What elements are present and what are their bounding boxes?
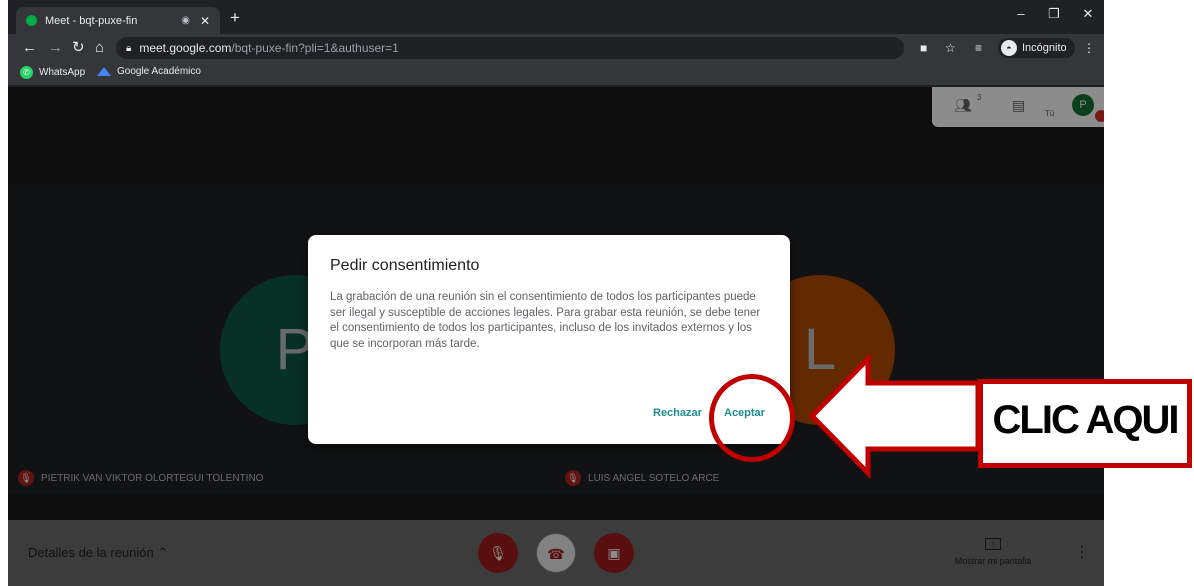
dialog-body: La grabación de una reunión sin el conse… <box>330 291 761 350</box>
whatsapp-icon: ✆ <box>20 66 33 79</box>
lock-icon: 🔒︎ <box>126 42 132 54</box>
close-window-icon[interactable]: ✕ <box>1078 6 1098 22</box>
minimize-icon[interactable]: – <box>1011 6 1031 21</box>
tab-title: Meet - bqt-puxe-fin <box>45 14 138 27</box>
tab-strip: Meet - bqt-puxe-fin ◉ ✕ + – ❐ ✕ <box>8 0 1104 34</box>
home-icon[interactable]: ⌂ <box>95 38 104 58</box>
dialog-title: Pedir consentimiento <box>330 257 480 274</box>
camera-icon[interactable]: ■ <box>920 39 927 57</box>
incognito-icon: ◓ <box>1001 40 1017 56</box>
forward-icon[interactable]: → <box>48 38 63 58</box>
reload-icon[interactable]: ↻ <box>72 38 85 58</box>
new-tab-button[interactable]: + <box>230 8 240 28</box>
bookmark-label: WhatsApp <box>39 67 86 78</box>
tab-meet[interactable]: Meet - bqt-puxe-fin ◉ ✕ <box>16 7 220 34</box>
back-icon[interactable]: ← <box>22 38 37 58</box>
scholar-icon <box>97 67 111 76</box>
bookmark-whatsapp[interactable]: ✆ WhatsApp <box>20 66 85 79</box>
close-tab-icon[interactable]: ✕ <box>200 14 210 28</box>
recording-indicator-icon: ◉ <box>181 15 190 26</box>
browser-menu-icon[interactable]: ⋮ <box>1083 39 1095 57</box>
url-path: /bqt-puxe-fin?pli=1&authuser=1 <box>231 41 399 55</box>
bookmark-label: Google Académico <box>117 66 201 77</box>
click-here-callout: CLIC AQUI <box>978 379 1192 468</box>
browser-toolbar: ← → ↻ ⌂ 🔒︎ meet.google.com/bqt-puxe-fin?… <box>8 34 1104 62</box>
highlight-circle <box>709 374 795 462</box>
meet-favicon-icon <box>26 15 37 26</box>
incognito-label: Incógnito <box>1022 42 1067 54</box>
restore-icon[interactable]: ❐ <box>1044 6 1064 22</box>
pointer-arrow-icon <box>808 353 980 480</box>
star-icon[interactable]: ☆ <box>945 39 956 57</box>
address-bar[interactable]: 🔒︎ meet.google.com/bqt-puxe-fin?pli=1&au… <box>116 37 904 59</box>
reject-button[interactable]: Rechazar <box>653 407 702 419</box>
incognito-badge[interactable]: ◓ Incógnito <box>998 38 1075 58</box>
url-host: meet.google.com <box>139 41 232 55</box>
media-control-icon[interactable]: ≡ <box>975 39 982 57</box>
bookmark-google-academico[interactable]: Google Académico <box>97 66 201 77</box>
bookmarks-bar: ✆ WhatsApp Google Académico <box>8 62 1104 86</box>
